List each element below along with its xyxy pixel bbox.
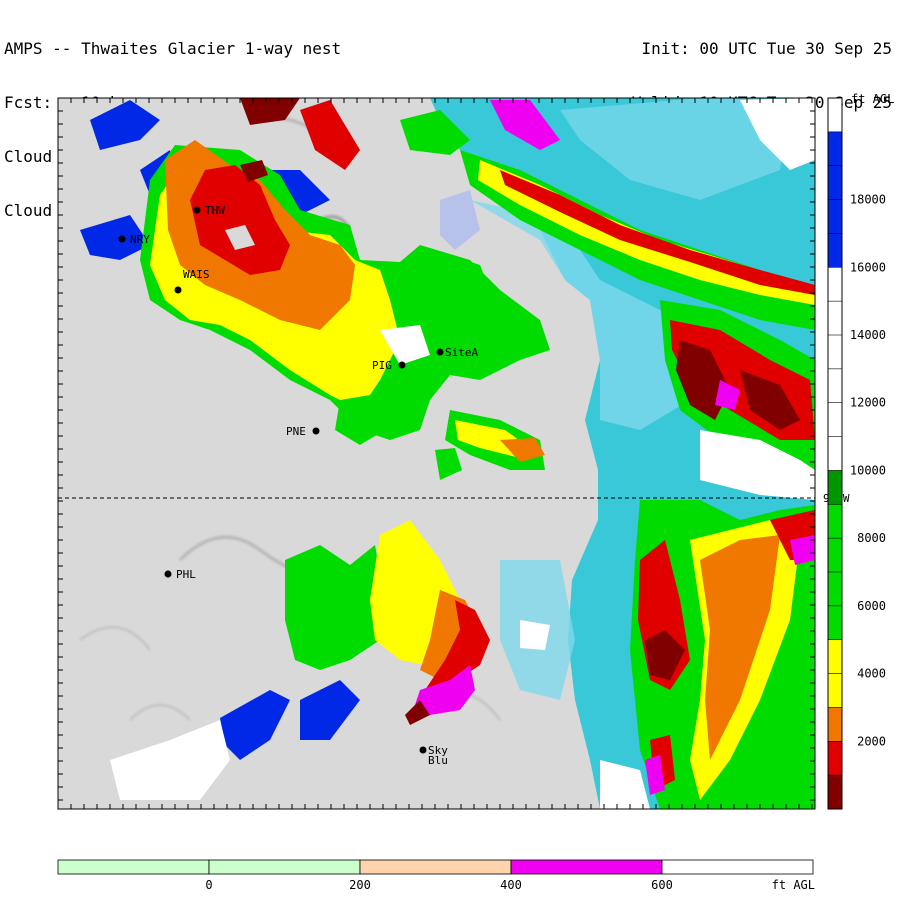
station-marker: [398, 361, 406, 369]
colorbar-tick-label: 2000: [857, 734, 886, 748]
colorbar-band: [828, 707, 842, 742]
colorbar-tick-label: 6000: [857, 599, 886, 613]
colorbar-tick-label: 200: [349, 878, 371, 892]
colorbar-tick-label: 16000: [850, 260, 886, 274]
station-label: SiteA: [445, 346, 478, 359]
station-label: WAIS: [183, 268, 210, 281]
station-label: THW: [205, 204, 225, 217]
map-plot-area: [58, 98, 815, 809]
colorbar-tick-label: 18000: [850, 193, 886, 207]
station-marker: [419, 746, 427, 754]
colorbar-band: [828, 775, 842, 809]
colorbar-band: [359, 859, 512, 875]
colorbar-band: [828, 470, 842, 505]
colorbar-band: [57, 859, 210, 875]
station-marker: [312, 427, 320, 435]
colorbar-band: [510, 859, 663, 875]
station-marker: [174, 286, 182, 294]
station-marker: [164, 570, 172, 578]
colorbar-tick-label: 4000: [857, 667, 886, 681]
station-label: PNE: [286, 425, 306, 438]
colorbar-unit: ft AGL: [772, 878, 815, 892]
station-label: NRY: [130, 233, 150, 246]
station-label: PHL: [176, 568, 196, 581]
station-marker: [118, 235, 126, 243]
colorbar-tick-label: 600: [651, 878, 673, 892]
station-label: Blu: [428, 754, 448, 767]
colorbar-band: [828, 741, 842, 776]
colorbar-tick-label: 10000: [850, 463, 886, 477]
colorbar-tick-label: 14000: [850, 328, 886, 342]
cloud-ceiling-map: THWNRYWAISSiteAPIGPNEPHLSkyBlu 90 W 2000…: [57, 92, 894, 892]
colorbar-unit: ft AGL: [851, 92, 894, 106]
colorbar-band: [828, 98, 842, 132]
bottom-colorbar: 0 200 400 600 ft AGL: [57, 859, 815, 892]
colorbar-tick-label: 0: [205, 878, 212, 892]
colorbar-band: [661, 859, 814, 875]
station-marker: [436, 348, 444, 356]
colorbar-tick-label: 8000: [857, 531, 886, 545]
station-label: PIG: [372, 359, 392, 372]
colorbar-band: [208, 859, 361, 875]
station-marker: [193, 206, 201, 214]
right-colorbar: 2000 4000 6000 8000 10000 12000 14000 16000 1800…: [827, 92, 894, 810]
colorbar-tick-label: 400: [500, 878, 522, 892]
colorbar-tick-label: 12000: [850, 396, 886, 410]
